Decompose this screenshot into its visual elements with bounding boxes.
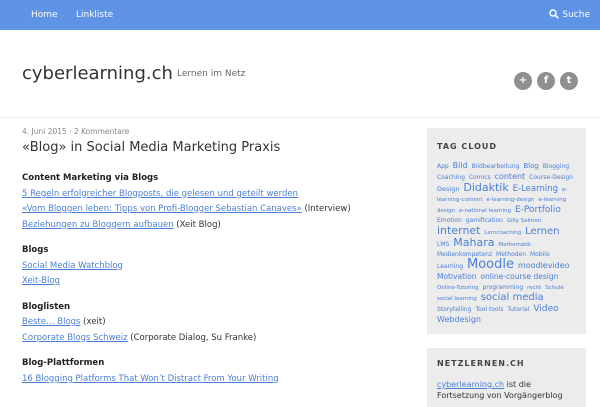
netzlernen-widget: NETZLERNEN.CH cyberlearning.ch ist die F… [427,348,586,407]
post-title[interactable]: «Blog» in Social Media Marketing Praxis [22,140,412,155]
tag-link[interactable]: social learning [437,296,477,302]
tag-link[interactable]: Schule [545,285,563,291]
tag-link[interactable]: Bild [453,161,468,170]
tag-link[interactable]: programming [482,284,523,291]
list-item: «Vom Bloggen leben: Tipps von Profi-Blog… [22,202,412,218]
tag-link[interactable]: Moodle [467,257,514,272]
list-item: Beziehungen zu Bloggern aufbauen (Xeit B… [22,218,412,234]
widget-title: NETZLERNEN.CH [437,359,525,368]
post-content: 4. Juni 2015 · 2 Kommentare «Blog» in So… [22,127,412,397]
search-label: Suche [562,10,590,20]
tag-link[interactable]: Blog [523,162,538,170]
tag-link[interactable]: Mahara [453,236,494,249]
plus-icon[interactable]: + [514,72,532,90]
post-link[interactable]: «Vom Bloggen leben: Tipps von Profi-Blog… [22,204,302,214]
search-icon [549,9,560,19]
widget-title: TAG CLOUD [437,142,497,151]
tag-link[interactable]: Storytelling [437,306,472,313]
link-suffix: (Xeit Blog) [173,219,221,230]
site-title[interactable]: cyberlearning.ch [22,63,173,84]
tag-link[interactable]: LMS [437,241,449,248]
post-link[interactable]: Social Media Watchblog [22,261,123,271]
nav-linkliste-link[interactable]: Linkliste [76,0,113,30]
site-tagline: Lernen im Netz [177,69,246,79]
tag-link[interactable]: Coaching [437,174,465,181]
post-link[interactable]: Corporate Blogs Schweiz [22,333,128,343]
tag-link[interactable]: moodlevideo [518,261,570,270]
site-header: cyberlearning.ch Lernen im Netz + f t [0,30,600,118]
tag-link[interactable]: e-learning [538,197,566,203]
tag-link[interactable]: Comics [469,174,491,181]
tag-link[interactable]: E-Portfolio [515,205,561,215]
section-heading: Bloglisten [22,301,71,312]
post-link[interactable]: Xeit-Blog [22,276,60,286]
tag-link[interactable]: E-Learning [513,184,558,194]
list-item: 5 Regeln erfolgreicher Blogposts, die ge… [22,187,412,203]
post-link[interactable]: 5 Regeln erfolgreicher Blogposts, die ge… [22,189,298,199]
tag-link[interactable]: online-course design [480,272,558,281]
tag-link[interactable]: Blogging [543,163,569,170]
tag-link[interactable]: Online-Tutoring [437,285,479,291]
tag-link[interactable]: Didaktik [463,181,508,194]
post-comments-link[interactable]: 2 Kommentare [74,127,129,136]
tag-link[interactable]: Gilly Salmon [507,218,541,224]
section-blogs: Blogs Social Media Watchblog Xeit-Blog [22,243,412,290]
post-link[interactable]: 16 Blogging Platforms That Won’t Distrac… [22,374,279,384]
section-bloglisten: Bloglisten Beste… Blogs (xeit) Corporate… [22,300,412,347]
section-heading: Blog-Plattformen [22,358,105,368]
tag-link[interactable]: Emotion [437,217,462,224]
post-meta: 4. Juni 2015 · 2 Kommentare [22,127,130,136]
tag-link[interactable]: Course-Design [529,174,573,181]
tag-link[interactable]: e-national learning [459,208,511,214]
tag-link[interactable]: Webdesign [437,315,481,324]
section-heading: Content Marketing via Blogs [22,173,159,183]
link-suffix: (Interview) [301,204,351,214]
tag-link[interactable]: Design [437,185,459,193]
tag-link[interactable]: Motivation [437,272,477,281]
tag-link[interactable]: recht [527,285,541,291]
tag-link[interactable]: Tool tools [475,306,503,313]
section-blog-plattformen: Blog-Plattformen 16 Blogging Platforms T… [22,356,412,387]
nav-home-link[interactable]: Home [31,0,58,30]
tag-link[interactable]: gamification [466,217,503,224]
list-item: 16 Blogging Platforms That Won’t Distrac… [22,372,412,388]
list-item: Xeit-Blog [22,274,412,290]
widget-text: cyberlearning.ch ist die Fortsetzung von… [437,379,576,401]
tag-link[interactable]: design [437,208,455,214]
post-link[interactable]: Beziehungen zu Bloggern aufbauen [22,220,174,230]
twitter-icon[interactable]: t [560,72,578,90]
post-link[interactable]: Beste… Blogs [22,317,80,327]
tag-link[interactable]: App [437,163,449,170]
list-item: Social Media Watchblog [22,259,412,275]
section-heading: Blogs [22,245,49,255]
tag-link[interactable]: Video [533,304,558,314]
post-date[interactable]: 4. Juni 2015 [22,127,67,136]
tag-link[interactable]: Tutorial [507,306,529,313]
tag-link[interactable]: e-learning-design [486,197,534,203]
sidebar: TAG CLOUD App Bild Bildbearbeitung Blog … [427,128,586,407]
top-navigation-bar: Home Linkliste Suche [0,0,600,30]
list-item: Beste… Blogs (xeit) [22,315,412,331]
tag-link[interactable]: content [495,172,526,181]
tag-link[interactable]: Lernen [525,226,559,237]
link-suffix: (xeit) [80,317,106,327]
facebook-icon[interactable]: f [537,72,555,90]
tag-link[interactable]: Mathematik [498,242,531,248]
tag-link[interactable]: Bildbearbeitung [472,163,520,170]
cyberlearning-link[interactable]: cyberlearning.ch [437,380,504,389]
tag-cloud: App Bild Bildbearbeitung Blog Blogging C… [437,161,576,326]
section-content-marketing: Content Marketing via Blogs 5 Regeln erf… [22,171,412,233]
search-button[interactable]: Suche [549,0,590,30]
widget-separator [427,334,586,348]
header-divider [0,117,600,118]
tag-link[interactable]: social media [481,292,544,303]
list-item: Corporate Blogs Schweiz (Corporate Dialo… [22,331,412,347]
link-suffix: (Corporate Dialog, Su Franke) [127,332,257,343]
tag-cloud-widget: TAG CLOUD App Bild Bildbearbeitung Blog … [427,128,586,334]
